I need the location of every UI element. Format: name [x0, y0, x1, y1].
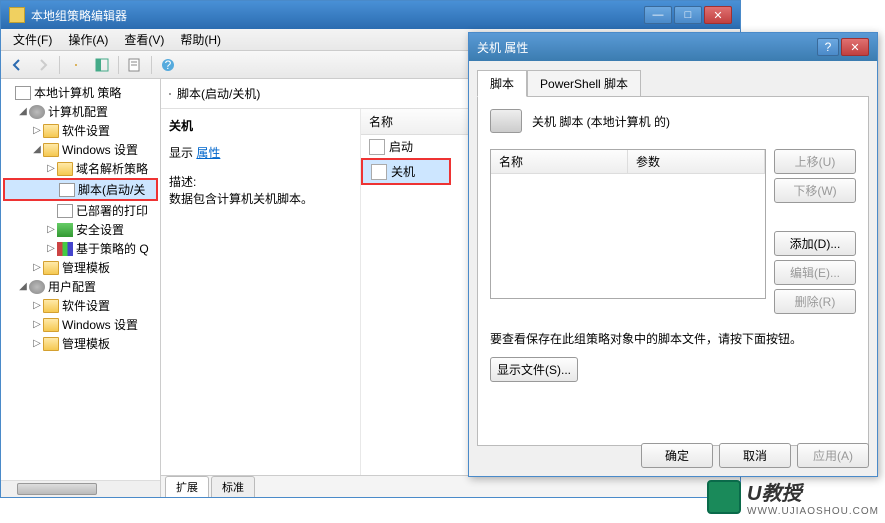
show-hide-button[interactable]	[90, 54, 114, 76]
tree-security-settings[interactable]: ▷安全设置	[3, 220, 158, 239]
list-item-shutdown[interactable]: 关机	[361, 158, 451, 185]
script-icon	[371, 164, 387, 180]
move-up-button[interactable]: 上移(U)	[774, 149, 856, 174]
menu-file[interactable]: 文件(F)	[5, 29, 60, 50]
tree-scripts[interactable]: 脚本(启动/关	[3, 178, 158, 201]
show-label: 显示	[169, 146, 193, 160]
minimize-button[interactable]: —	[644, 6, 672, 24]
watermark-badge-icon	[707, 480, 741, 514]
dialog-panel: 关机 脚本 (本地计算机 的) 名称 参数 上移(U) 下移(W) 添加(D).…	[477, 96, 869, 446]
label: 安全设置	[76, 221, 124, 238]
label: 管理模板	[62, 259, 110, 276]
tree-root[interactable]: 本地计算机 策略	[3, 83, 158, 102]
dialog-titlebar[interactable]: 关机 属性 ? ✕	[469, 33, 877, 61]
tree-user-config[interactable]: ◢用户配置	[3, 277, 158, 296]
description-text: 数据包含计算机关机脚本。	[169, 190, 352, 207]
properties-button[interactable]	[123, 54, 147, 76]
move-down-button[interactable]: 下移(W)	[774, 178, 856, 203]
dialog-close-button[interactable]: ✕	[841, 38, 869, 56]
menu-help[interactable]: 帮助(H)	[172, 29, 229, 50]
script-icon	[369, 139, 385, 155]
tree-computer-config[interactable]: ◢计算机配置	[3, 102, 158, 121]
svg-text:?: ?	[165, 58, 172, 72]
script-list[interactable]: 名称 参数	[490, 149, 766, 299]
menu-view[interactable]: 查看(V)	[116, 29, 172, 50]
label: 软件设置	[62, 122, 110, 139]
up-button[interactable]	[64, 54, 88, 76]
tab-standard[interactable]: 标准	[211, 476, 255, 497]
label: Windows 设置	[62, 141, 138, 158]
label: 用户配置	[48, 278, 96, 295]
label: 基于策略的 Q	[76, 240, 149, 257]
header-icon	[169, 93, 171, 95]
tab-extended[interactable]: 扩展	[165, 476, 209, 497]
remove-button[interactable]: 删除(R)	[774, 289, 856, 314]
help-button[interactable]: ?	[156, 54, 180, 76]
tree-user-software[interactable]: ▷软件设置	[3, 296, 158, 315]
dialog-footer: 确定 取消 应用(A)	[641, 443, 869, 468]
watermark-brand: U教授	[747, 477, 879, 506]
label: 管理模板	[62, 335, 110, 352]
tab-scripts[interactable]: 脚本	[477, 70, 527, 97]
label: 关机	[391, 163, 415, 180]
dialog-note: 要查看保存在此组策略对象中的脚本文件，请按下面按钮。	[490, 330, 856, 347]
col-params[interactable]: 参数	[628, 150, 765, 173]
label: 计算机配置	[48, 103, 108, 120]
tree-admin-templates[interactable]: ▷管理模板	[3, 258, 158, 277]
tab-powershell[interactable]: PowerShell 脚本	[527, 70, 641, 97]
watermark: U教授 WWW.UJIAOSHOU.COM	[707, 477, 879, 517]
forward-button[interactable]	[31, 54, 55, 76]
watermark-url: WWW.UJIAOSHOU.COM	[747, 506, 879, 517]
tree-policy-qos[interactable]: ▷基于策略的 Q	[3, 239, 158, 258]
maximize-button[interactable]: □	[674, 6, 702, 24]
label: 脚本(启动/关	[78, 181, 145, 198]
close-button[interactable]: ✕	[704, 6, 732, 24]
show-files-button[interactable]: 显示文件(S)...	[490, 357, 578, 382]
menu-action[interactable]: 操作(A)	[60, 29, 116, 50]
label: 已部署的打印	[76, 202, 148, 219]
dialog-heading: 关机 脚本 (本地计算机 的)	[532, 113, 670, 130]
bottom-tabs: 扩展 标准	[161, 475, 740, 497]
window-title: 本地组策略编辑器	[31, 7, 644, 24]
dialog-tabs: 脚本 PowerShell 脚本	[477, 69, 869, 96]
tree-user-windows[interactable]: ▷Windows 设置	[3, 315, 158, 334]
tree-hscroll[interactable]	[1, 480, 160, 497]
label: Windows 设置	[62, 316, 138, 333]
back-button[interactable]	[5, 54, 29, 76]
description-label: 描述:	[169, 173, 352, 190]
label: 启动	[389, 138, 413, 155]
detail-title: 关机	[169, 117, 352, 134]
dialog-help-button[interactable]: ?	[817, 38, 839, 56]
main-titlebar[interactable]: 本地组策略编辑器 — □ ✕	[1, 1, 740, 29]
tree-dns-policy[interactable]: ▷域名解析策略	[3, 159, 158, 178]
tree-software-settings[interactable]: ▷软件设置	[3, 121, 158, 140]
tree-pane[interactable]: 本地计算机 策略 ◢计算机配置 ▷软件设置 ◢Windows 设置 ▷域名解析策…	[1, 79, 161, 497]
shutdown-properties-dialog: 关机 属性 ? ✕ 脚本 PowerShell 脚本 关机 脚本 (本地计算机 …	[468, 32, 878, 477]
content-title: 脚本(启动/关机)	[177, 85, 260, 102]
dialog-title: 关机 属性	[477, 39, 817, 56]
cancel-button[interactable]: 取消	[719, 443, 791, 468]
edit-button[interactable]: 编辑(E)...	[774, 260, 856, 285]
ok-button[interactable]: 确定	[641, 443, 713, 468]
tree-root-label: 本地计算机 策略	[34, 84, 121, 101]
app-icon	[9, 7, 25, 23]
apply-button[interactable]: 应用(A)	[797, 443, 869, 468]
tree-user-admin-templates[interactable]: ▷管理模板	[3, 334, 158, 353]
detail-column: 关机 显示 属性 描述: 数据包含计算机关机脚本。	[161, 109, 361, 475]
script-type-icon	[490, 109, 522, 133]
label: 域名解析策略	[76, 160, 148, 177]
label: 软件设置	[62, 297, 110, 314]
tree-deployed-printers[interactable]: 已部署的打印	[3, 201, 158, 220]
col-name[interactable]: 名称	[491, 150, 628, 173]
tree-windows-settings[interactable]: ◢Windows 设置	[3, 140, 158, 159]
properties-link[interactable]: 属性	[196, 146, 220, 160]
add-button[interactable]: 添加(D)...	[774, 231, 856, 256]
